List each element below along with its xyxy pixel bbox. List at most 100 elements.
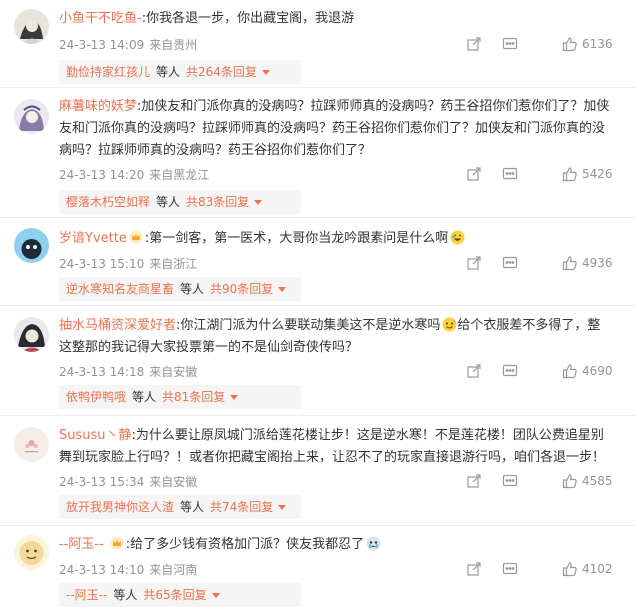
comment-meta: 24-3-13 14:09 来自贵州: [59, 36, 197, 53]
comment-text: :给了多少钱有资格加门派？侠友我都忍了: [125, 537, 365, 552]
username[interactable]: 岁谙Yvette: [59, 231, 127, 246]
crown-badge-icon: [110, 536, 124, 550]
crown-badge-icon: [129, 230, 143, 244]
comment-item: Sususu丶静:为什么要让原凤城门派给莲花楼让步！这是逆水寒！不是莲花楼！团队…: [0, 416, 636, 526]
comment-icon[interactable]: [502, 473, 518, 489]
comment-icon[interactable]: [502, 255, 518, 271]
comment-meta: 24-3-13 14:20 来自黑龙江: [59, 166, 209, 183]
username[interactable]: 小鱼干不吃鱼-: [59, 11, 142, 26]
avatar[interactable]: [14, 99, 49, 134]
crying-emoji-icon: [366, 536, 381, 551]
avatar[interactable]: [14, 228, 49, 263]
like-count: 4690: [582, 364, 613, 378]
like-count: 5426: [582, 167, 613, 181]
username[interactable]: 麻薯味的妖梦: [59, 99, 137, 114]
comment-meta: 24-3-13 15:34 来自安徽: [59, 473, 197, 490]
comment-date: 24-3-13 14:20: [59, 168, 145, 182]
comment-location: 来自黑龙江: [149, 168, 210, 182]
reply-etc-label: 等人: [156, 195, 181, 209]
reply-username[interactable]: --阿玉--: [66, 588, 107, 602]
comment-item: --阿玉-- :给了多少钱有资格加门派？侠友我都忍了 24-3-13 14:10 来…: [0, 526, 636, 616]
comment-meta: 24-3-13 14:10 来自河南: [59, 561, 197, 578]
share-icon[interactable]: [466, 255, 482, 271]
reply-preview[interactable]: 逆水寒知名友商星畜 等人 共90条回复: [59, 277, 301, 301]
comment-location: 来自河南: [149, 563, 198, 577]
comment-location: 来自浙江: [149, 257, 198, 271]
reply-count-link[interactable]: 共74条回复: [210, 500, 273, 514]
reply-preview[interactable]: 放开我男神你这人渣 等人 共74条回复: [59, 495, 301, 519]
reply-preview[interactable]: 依鸭伊鸭哦 等人 共81条回复: [59, 385, 301, 409]
caret-down-icon[interactable]: [278, 505, 287, 510]
comment-text-line: 这整那的我记得大家投票第一的不是仙剑奇侠传吗？: [59, 340, 359, 355]
reply-username[interactable]: 樱落木朽空如释: [66, 195, 150, 209]
comment-item: 岁谙Yvette :第一剑客，第一医术，大哥你当龙吟跟素问是什么啊 24-3-13…: [0, 218, 636, 306]
avatar[interactable]: [14, 535, 49, 570]
comment-icon[interactable]: [502, 36, 518, 52]
comment-text: :第一剑客，第一医术，大哥你当龙吟跟素问是什么啊: [144, 231, 449, 246]
avatar[interactable]: [14, 317, 49, 352]
comment-actions: 4936: [466, 255, 616, 273]
thumbs-up-icon[interactable]: [562, 166, 578, 182]
reply-username[interactable]: 放开我男神你这人渣: [66, 500, 174, 514]
reply-count-link[interactable]: 共65条回复: [143, 588, 206, 602]
reply-etc-label: 等人: [132, 390, 157, 404]
reply-username[interactable]: 勤俭持家红孩儿: [66, 65, 150, 79]
caret-down-icon[interactable]: [261, 70, 270, 75]
share-icon[interactable]: [466, 363, 482, 379]
caret-down-icon[interactable]: [230, 395, 239, 400]
comment-date: 24-3-13 14:09: [59, 38, 145, 52]
comment-meta: 24-3-13 15:10 来自浙江: [59, 255, 197, 272]
reply-count-link[interactable]: 共83条回复: [186, 195, 249, 209]
reply-etc-label: 等人: [180, 500, 205, 514]
share-icon[interactable]: [466, 473, 482, 489]
comment-item: 小鱼干不吃鱼-:你我各退一步，你出藏宝阁，我退游 24-3-13 14:09 来自…: [0, 0, 636, 88]
reply-preview[interactable]: 樱落木朽空如释 等人 共83条回复: [59, 190, 301, 214]
reply-count-link[interactable]: 共81条回复: [162, 390, 225, 404]
share-icon[interactable]: [466, 561, 482, 577]
comment-location: 来自贵州: [149, 38, 198, 52]
thumbs-up-icon[interactable]: [562, 363, 578, 379]
comment-icon[interactable]: [502, 363, 518, 379]
comment-text: :你江湖门派为什么要联动集美这不是逆水寒吗: [176, 318, 441, 333]
comment-date: 24-3-13 15:34: [59, 475, 145, 489]
comment-feed: 小鱼干不吃鱼-:你我各退一步，你出藏宝阁，我退游 24-3-13 14:09 来自…: [0, 0, 636, 616]
comment-text: :你我各退一步，你出藏宝阁，我退游: [141, 11, 355, 26]
username[interactable]: 抽水马桶资深爱好者: [59, 318, 176, 333]
reply-preview[interactable]: --阿玉-- 等人 共65条回复: [59, 583, 301, 607]
comment-icon[interactable]: [502, 166, 518, 182]
like-count: 4102: [582, 562, 613, 576]
comment-icon[interactable]: [502, 561, 518, 577]
reply-username[interactable]: 逆水寒知名友商星畜: [66, 282, 174, 296]
like-count: 6136: [582, 37, 613, 51]
share-icon[interactable]: [466, 166, 482, 182]
avatar[interactable]: [14, 9, 49, 44]
comment-date: 24-3-13 14:10: [59, 563, 145, 577]
thumbs-up-icon[interactable]: [562, 255, 578, 271]
reply-username[interactable]: 依鸭伊鸭哦: [66, 390, 126, 404]
caret-down-icon[interactable]: [254, 200, 263, 205]
reply-count-link[interactable]: 共90条回复: [210, 282, 273, 296]
comment-location: 来自安徽: [149, 475, 198, 489]
comment-actions: 5426: [466, 166, 616, 184]
username[interactable]: --阿玉--: [59, 537, 104, 552]
share-icon[interactable]: [466, 36, 482, 52]
comment-actions: 4585: [466, 473, 616, 491]
like-count: 4936: [582, 256, 613, 270]
comment-actions: 4690: [466, 363, 616, 381]
caret-down-icon[interactable]: [211, 593, 220, 598]
username[interactable]: Sususu丶静: [59, 428, 132, 443]
comment-text-line: 友和门派你真的没病吗？拉踩师师真的没病吗？药王谷招你们惹你们了？加侠友和门派你真…: [59, 121, 606, 136]
laughing-emoji-icon: [450, 230, 465, 245]
reply-count-link[interactable]: 共264条回复: [186, 65, 257, 79]
comment-date: 24-3-13 14:18: [59, 365, 145, 379]
avatar[interactable]: [14, 427, 49, 462]
thumbs-up-icon[interactable]: [562, 36, 578, 52]
comment-text: :加侠友和门派你真的没病吗？拉踩师师真的没病吗？药王谷招你们惹你们了？加侠: [137, 99, 610, 114]
reply-preview[interactable]: 勤俭持家红孩儿 等人 共264条回复: [59, 60, 301, 84]
thumbs-up-icon[interactable]: [562, 561, 578, 577]
thumbs-up-icon[interactable]: [562, 473, 578, 489]
sweat-smile-emoji-icon: [442, 317, 457, 332]
comment-text-line: 舞到玩家脸上行吗？！或者你把藏宝阁抬上来，让忍不了的玩家直接退游行吗，咱们各退一…: [59, 450, 606, 465]
caret-down-icon[interactable]: [278, 287, 287, 292]
comment-text: 给个衣服差不多得了，整: [457, 318, 601, 333]
